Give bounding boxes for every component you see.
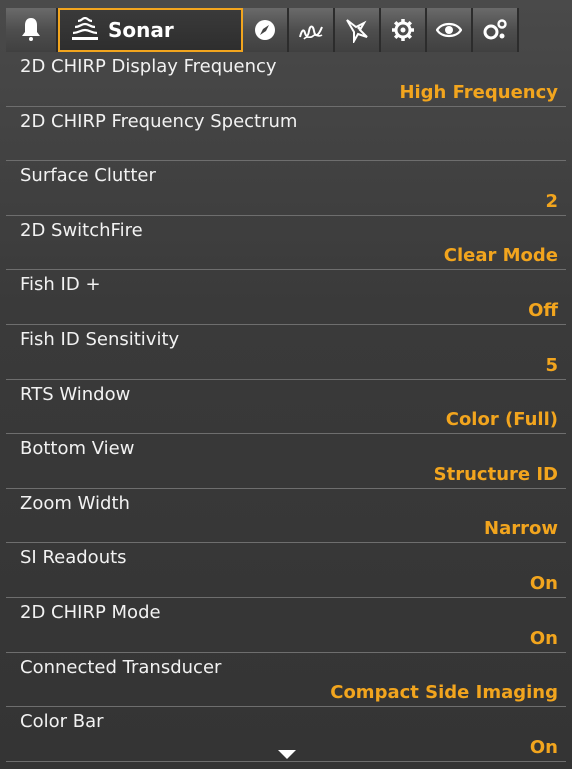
menu-item-surface-clutter[interactable]: Surface Clutter 2 bbox=[6, 161, 566, 216]
menu-tab-bar: Sonar bbox=[6, 8, 566, 52]
menu-item-label: 2D CHIRP Display Frequency bbox=[20, 56, 277, 77]
menu-item-label: 2D CHIRP Frequency Spectrum bbox=[20, 110, 298, 132]
tab-chart[interactable] bbox=[289, 8, 335, 52]
sonar-icon bbox=[72, 17, 98, 40]
scroll-down-arrow-icon[interactable] bbox=[278, 750, 296, 760]
menu-item-chirp-mode[interactable]: 2D CHIRP Mode On bbox=[6, 598, 566, 653]
menu-item-switchfire[interactable]: 2D SwitchFire Clear Mode bbox=[6, 216, 566, 271]
menu-item-bottom-view[interactable]: Bottom View Structure ID bbox=[6, 434, 566, 489]
chart-contour-icon bbox=[299, 25, 323, 40]
menu-item-value: 5 bbox=[545, 354, 558, 376]
menu-item-label: Fish ID Sensitivity bbox=[20, 328, 180, 350]
menu-item-value: High Frequency bbox=[399, 81, 558, 103]
tab-setup[interactable] bbox=[381, 8, 427, 52]
menu-item-label: Connected Transducer bbox=[20, 656, 222, 678]
eye-icon bbox=[436, 22, 462, 38]
compass-icon bbox=[255, 20, 275, 40]
menu-item-value: 2 bbox=[545, 190, 558, 212]
menu-item-fish-id-sensitivity[interactable]: Fish ID Sensitivity 5 bbox=[6, 325, 566, 380]
tab-sonar[interactable]: Sonar bbox=[58, 8, 243, 52]
menu-item-rts-window[interactable]: RTS Window Color (Full) bbox=[6, 380, 566, 435]
menu-item-label: 2D SwitchFire bbox=[20, 219, 143, 241]
menu-item-value: Structure ID bbox=[433, 463, 558, 485]
menu-item-value: On bbox=[529, 736, 558, 758]
menu-item-si-readouts[interactable]: SI Readouts On bbox=[6, 543, 566, 598]
tab-views[interactable] bbox=[427, 8, 473, 52]
tab-sonar-label: Sonar bbox=[108, 18, 174, 42]
gear-icon bbox=[392, 19, 414, 41]
tab-fish[interactable] bbox=[335, 8, 381, 52]
menu-item-value: Clear Mode bbox=[443, 245, 558, 267]
menu-item-value: On bbox=[529, 572, 558, 594]
menu-item-label: 2D CHIRP Mode bbox=[20, 601, 161, 623]
menu-item-label: RTS Window bbox=[20, 383, 131, 405]
menu-item-value: On bbox=[529, 627, 558, 649]
menu-item-value: Color (Full) bbox=[445, 409, 558, 431]
menu-item-label: Surface Clutter bbox=[20, 165, 156, 187]
menu-item-label: Bottom View bbox=[20, 438, 135, 460]
menu-item-connected-transducer[interactable]: Connected Transducer Compact Side Imagin… bbox=[6, 653, 566, 708]
menu-item-fish-id-plus[interactable]: Fish ID + Off bbox=[6, 270, 566, 325]
menu-item-label: Fish ID + bbox=[20, 274, 101, 296]
menu-item-label: SI Readouts bbox=[20, 547, 127, 569]
menu-item-label: Zoom Width bbox=[20, 492, 130, 514]
menu-item-display-frequency[interactable]: 2D CHIRP Display Frequency High Frequenc… bbox=[6, 52, 566, 107]
menu-item-zoom-width[interactable]: Zoom Width Narrow bbox=[6, 489, 566, 544]
menu-item-value: Compact Side Imaging bbox=[330, 682, 558, 704]
menu-item-label: Color Bar bbox=[20, 711, 104, 733]
fish-icon bbox=[346, 19, 368, 43]
bell-icon bbox=[22, 18, 40, 41]
tab-navigation[interactable] bbox=[243, 8, 289, 52]
menu-screen: Sonar 2D CHIRP Display Frequency High Fr… bbox=[0, 0, 572, 769]
tab-accessories[interactable] bbox=[473, 8, 519, 52]
tab-alarms[interactable] bbox=[6, 8, 58, 52]
menu-item-value: Off bbox=[528, 299, 558, 321]
sonar-settings-list: 2D CHIRP Display Frequency High Frequenc… bbox=[6, 52, 566, 762]
accessories-icon bbox=[483, 19, 507, 40]
menu-item-value: Narrow bbox=[484, 518, 558, 540]
menu-item-frequency-spectrum[interactable]: 2D CHIRP Frequency Spectrum bbox=[6, 107, 566, 162]
